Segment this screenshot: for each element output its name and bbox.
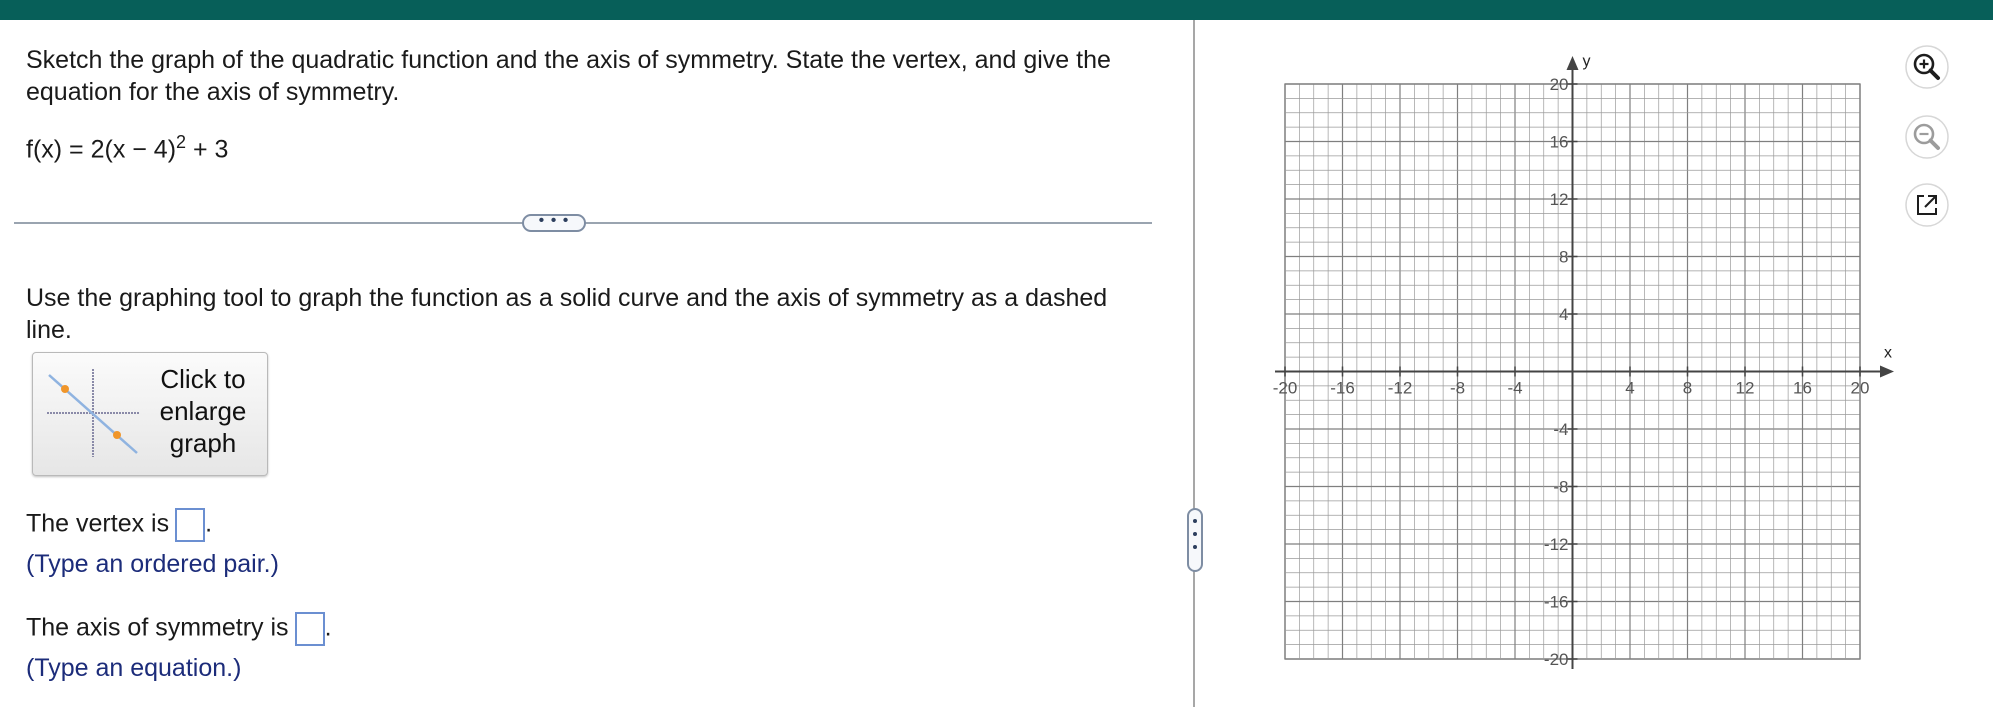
- x-tick-label: 4: [1625, 379, 1634, 398]
- x-tick-label: -8: [1450, 379, 1465, 398]
- vertex-period: .: [205, 509, 213, 538]
- vertex-answer-line: The vertex is.: [26, 508, 212, 542]
- pane-splitter[interactable]: [1193, 20, 1195, 707]
- y-tick-label: 8: [1559, 248, 1568, 267]
- top-banner: [0, 0, 1993, 20]
- zoom-in-icon: [1905, 45, 1949, 89]
- enlarge-label-line2: enlarge: [159, 396, 247, 426]
- enlarge-label-line3: graph: [169, 428, 237, 458]
- x-tick-label: 20: [1851, 379, 1870, 398]
- x-tick-label: 12: [1736, 379, 1755, 398]
- vertex-input[interactable]: [175, 508, 206, 542]
- axis-period: .: [324, 613, 332, 642]
- y-tick-label: -8: [1553, 478, 1568, 497]
- x-tick-label: -4: [1507, 379, 1522, 398]
- function-base: f(x) = 2(x − 4): [26, 135, 177, 164]
- graph-thumbnail-icon: [47, 369, 139, 457]
- axis-hint: (Type an equation.): [26, 654, 242, 682]
- expand-more-button[interactable]: • • •: [522, 213, 586, 232]
- function-constant: + 3: [186, 135, 229, 164]
- enlarge-label-line1: Click to: [160, 364, 246, 394]
- y-tick-label: -20: [1544, 650, 1569, 669]
- axis-input[interactable]: [294, 612, 325, 646]
- x-tick-label: 8: [1683, 379, 1692, 398]
- enlarge-graph-label: Click to enlarge graph: [147, 363, 259, 459]
- open-new-window-button[interactable]: [1904, 182, 1950, 228]
- x-tick-label: 16: [1793, 379, 1812, 398]
- x-axis-arrow: [1880, 365, 1894, 378]
- y-tick-label: 12: [1550, 190, 1569, 209]
- function-expression: f(x) = 2(x − 4)2 + 3: [26, 132, 228, 164]
- graph-instruction: Use the graphing tool to graph the funct…: [26, 284, 1108, 344]
- y-axis-label: y: [1583, 53, 1591, 70]
- function-exponent: 2: [176, 132, 187, 152]
- axis-answer-line: The axis of symmetry is.: [26, 612, 332, 646]
- zoom-out-button[interactable]: [1904, 114, 1950, 160]
- x-tick-label: -12: [1388, 379, 1413, 398]
- y-tick-label: 20: [1550, 75, 1569, 94]
- y-axis-arrow: [1566, 56, 1579, 70]
- vertex-label: The vertex is: [26, 509, 170, 538]
- coordinate-graph[interactable]: x y -20 -16 -12 -8 -4 4 8 12 16 20 20 16 12 8 4 -4 -8 -12 -1…: [1240, 40, 1900, 680]
- zoom-in-button[interactable]: [1904, 44, 1950, 90]
- x-axis-label: x: [1884, 345, 1892, 362]
- question-prompt: Sketch the graph of the quadratic functi…: [26, 46, 1111, 106]
- external-link-icon: [1905, 183, 1949, 227]
- question-pane: Sketch the graph of the quadratic functi…: [0, 20, 1192, 707]
- x-tick-label: -16: [1330, 379, 1355, 398]
- y-tick-label: -16: [1544, 593, 1569, 612]
- y-tick-label: 16: [1550, 133, 1569, 152]
- axis-label: The axis of symmetry is: [26, 613, 289, 642]
- zoom-out-icon: [1905, 115, 1949, 159]
- y-tick-label: -4: [1553, 420, 1568, 439]
- x-tick-label: -20: [1273, 379, 1298, 398]
- enlarge-graph-button[interactable]: Click to enlarge graph: [32, 352, 268, 476]
- y-tick-label: 4: [1559, 305, 1568, 324]
- y-tick-label: -12: [1544, 535, 1569, 554]
- vertex-hint: (Type an ordered pair.): [26, 550, 279, 578]
- splitter-handle[interactable]: [1187, 508, 1203, 572]
